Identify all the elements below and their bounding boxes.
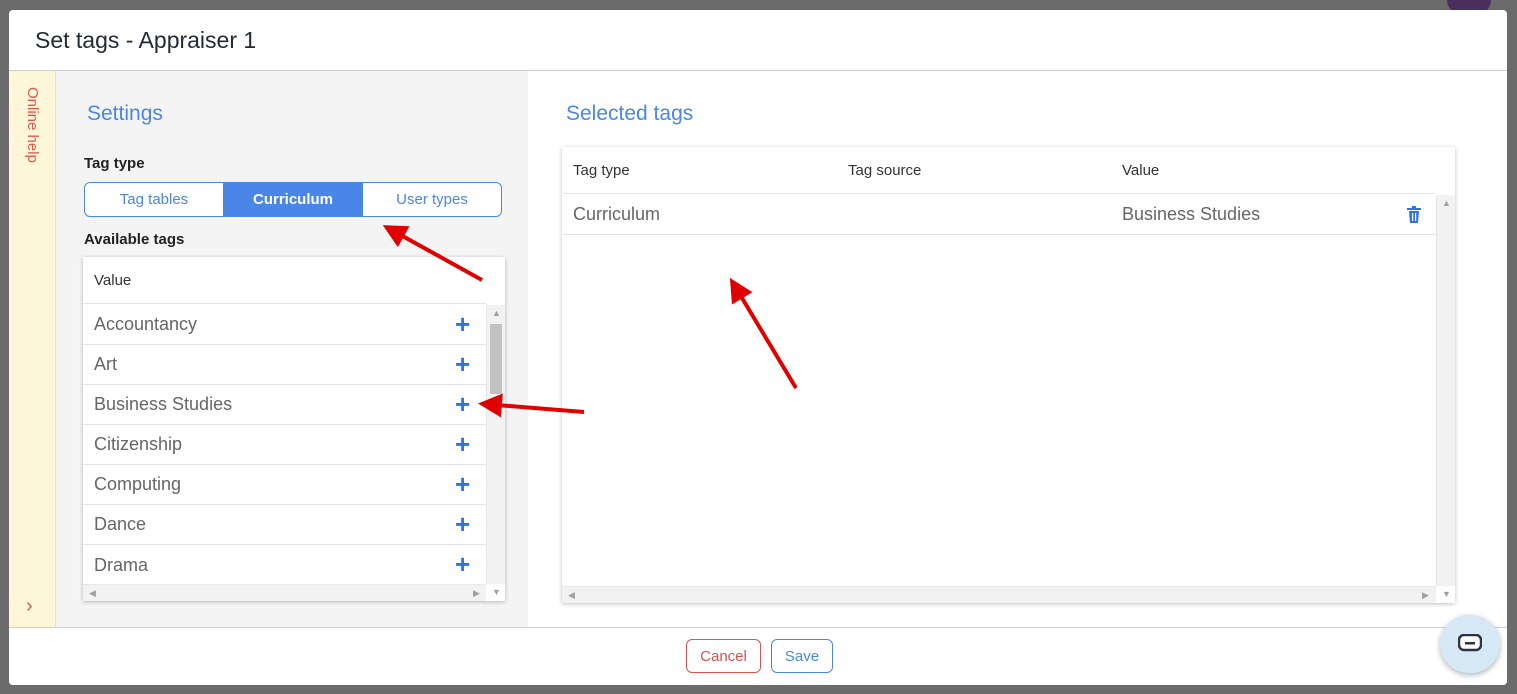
selected-tags-title: Selected tags [566, 102, 694, 125]
tag-name: Business Studies [94, 394, 233, 414]
add-tag-plus-icon[interactable]: + [455, 431, 470, 457]
list-item: Citizenship + [83, 425, 486, 465]
add-tag-plus-icon[interactable]: + [455, 351, 470, 377]
set-tags-dialog: Set tags - Appraiser 1 Online help › Set… [9, 10, 1507, 685]
list-item: Accountancy + [83, 305, 486, 345]
add-tag-plus-icon[interactable]: + [455, 511, 470, 537]
list-item: Art + [83, 345, 486, 385]
list-item: Business Studies + [83, 385, 486, 425]
list-item: Drama + [83, 545, 486, 585]
tag-type-selector: Tag tables Curriculum User types [84, 182, 502, 217]
available-tags-label: Available tags [84, 231, 185, 248]
dialog-header: Set tags - Appraiser 1 [9, 10, 1507, 71]
tab-tag-tables[interactable]: Tag tables [85, 183, 224, 216]
add-tag-plus-icon[interactable]: + [455, 311, 470, 337]
delete-tag-trash-icon[interactable] [1407, 206, 1421, 223]
vertical-scrollbar[interactable]: ▲ ▼ [1436, 195, 1455, 599]
tag-name: Computing [94, 474, 182, 494]
tag-name: Drama [94, 554, 149, 575]
dialog-title: Set tags - Appraiser 1 [35, 27, 257, 53]
online-help-label[interactable]: Online help [24, 87, 41, 163]
tag-name: Art [94, 354, 118, 374]
tag-name: Dance [94, 514, 147, 534]
dialog-footer: Cancel Save [9, 627, 1507, 685]
expand-help-chevron-icon[interactable]: › [26, 596, 33, 616]
chat-icon [1458, 634, 1482, 652]
column-header-value: Value [1122, 161, 1160, 179]
add-tag-plus-icon[interactable]: + [455, 391, 470, 417]
tag-name: Citizenship [94, 434, 183, 454]
selected-tag-type: Curriculum [573, 204, 661, 224]
selected-tag-value: Business Studies [1122, 204, 1261, 224]
chat-widget-button[interactable] [1440, 615, 1500, 673]
settings-title: Settings [87, 102, 163, 125]
horizontal-scrollbar[interactable]: ◀ ▶ [562, 586, 1436, 603]
vertical-scrollbar[interactable]: ▲ ▼ [486, 305, 505, 597]
save-button[interactable]: Save [771, 639, 833, 673]
column-header-tag-type: Tag type [573, 161, 630, 179]
available-tags-header: Value [83, 257, 486, 304]
list-item: Dance + [83, 505, 486, 545]
add-tag-plus-icon[interactable]: + [455, 551, 470, 577]
cancel-button[interactable]: Cancel [686, 639, 761, 673]
online-help-panel[interactable]: Online help › [9, 71, 56, 627]
tag-name: Accountancy [94, 314, 198, 334]
tab-curriculum[interactable]: Curriculum [224, 183, 363, 216]
tab-user-types[interactable]: User types [363, 183, 501, 216]
horizontal-scrollbar[interactable]: ◀ ▶ [83, 584, 486, 601]
selected-tags-grid: Tag type Tag source Value Curriculum Bus… [562, 147, 1455, 603]
column-header-value: Value [94, 271, 132, 289]
scrollbar-thumb[interactable] [490, 324, 502, 394]
available-tags-grid: Value Accountancy + Art + Business Studi… [83, 257, 505, 601]
tag-type-label: Tag type [84, 155, 145, 172]
list-item: Computing + [83, 465, 486, 505]
settings-panel: Settings Tag type Tag tables Curriculum … [56, 71, 528, 627]
table-row: Curriculum Business Studies [562, 195, 1436, 235]
selected-tags-header: Tag type Tag source Value [562, 147, 1436, 194]
column-header-tag-source: Tag source [848, 161, 922, 179]
add-tag-plus-icon[interactable]: + [455, 471, 470, 497]
